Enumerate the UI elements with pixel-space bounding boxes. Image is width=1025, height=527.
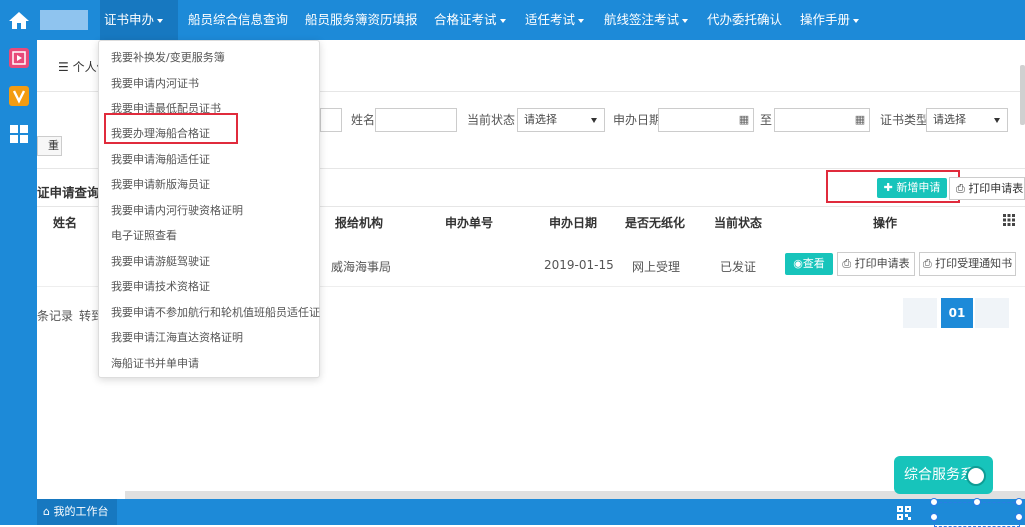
- column-header-agency[interactable]: 报给机构: [335, 214, 383, 231]
- menu-item-e-certificate-view[interactable]: 电子证照查看: [111, 227, 177, 243]
- resize-handle[interactable]: [930, 498, 938, 506]
- qr-code-icon[interactable]: [897, 506, 911, 520]
- resize-handle[interactable]: [1015, 498, 1023, 506]
- printer-icon: ⎙: [842, 257, 852, 270]
- menu-item-river-sea-direct[interactable]: 我要申请江海直达资格证明: [111, 329, 243, 345]
- resize-handle[interactable]: [973, 498, 981, 506]
- left-sidebar: [0, 40, 37, 525]
- menu-item-non-watch-competency[interactable]: 我要申请不参加航行和轮机值班船员适任证: [111, 304, 320, 320]
- top-navigation-bar: 证书申办 船员综合信息查询 船员服务簿资历填报 合格证考试 适任考试 航线签注考…: [0, 0, 1025, 40]
- cert-apply-dropdown-menu: 我要补换发/变更服务簿 我要申请内河证书 我要申请最低配员证书 我要办理海船合格…: [98, 40, 320, 378]
- menu-item-service-book-change[interactable]: 我要补换发/变更服务簿: [111, 49, 225, 65]
- filter-status-select[interactable]: 请选择: [517, 108, 605, 132]
- menu-item-inland-cert[interactable]: 我要申请内河证书: [111, 75, 199, 91]
- print-application-button[interactable]: ⎙ 打印申请表: [949, 177, 1025, 200]
- list-icon: ☰: [58, 60, 69, 74]
- print-notice-button[interactable]: ⎙ 打印受理通知书: [919, 252, 1016, 276]
- filter-cert-type-label: 证书类型: [880, 113, 929, 127]
- filter-date-label: 申办日期: [613, 113, 662, 127]
- nav-service-book[interactable]: 船员服务簿资历填报: [301, 0, 422, 40]
- filter-cert-type-select[interactable]: 请选择: [926, 108, 1008, 132]
- cell-paperless: 网上受理: [632, 260, 681, 274]
- cell-agency: 威海海事局: [331, 260, 392, 274]
- column-settings-icon[interactable]: [1003, 214, 1015, 229]
- filter-name-label: 姓名: [351, 113, 376, 127]
- current-page-button[interactable]: 01: [941, 298, 973, 328]
- records-text: 条记录: [37, 309, 74, 323]
- selection-frame: [930, 498, 1023, 527]
- nav-cert-apply[interactable]: 证书申办: [100, 0, 178, 40]
- chevron-down-icon: [157, 18, 164, 23]
- column-header-name[interactable]: 姓名: [53, 214, 77, 231]
- v-app-icon[interactable]: [9, 86, 29, 106]
- printer-icon: ⎙: [922, 257, 932, 270]
- row-print-application-button[interactable]: ⎙ 打印申请表: [837, 252, 915, 276]
- filter-status-label: 当前状态: [467, 113, 516, 127]
- home-button[interactable]: [0, 0, 38, 40]
- filter-date-to[interactable]: ▦: [774, 108, 870, 132]
- grid-apps-icon[interactable]: [9, 124, 29, 144]
- filter-partial-input[interactable]: [320, 108, 342, 132]
- nav-manual[interactable]: 操作手册: [796, 0, 863, 40]
- nav-qualification-exam[interactable]: 合格证考试: [430, 0, 510, 40]
- filter-date-to-label: 至: [760, 113, 773, 127]
- horizontal-scrollbar[interactable]: [125, 491, 1025, 499]
- home-icon: ⌂: [43, 505, 50, 518]
- reset-button[interactable]: 重置: [37, 136, 62, 156]
- column-header-app-date[interactable]: 申办日期: [549, 214, 597, 231]
- filter-name-input[interactable]: [375, 108, 457, 132]
- nav-competency-exam[interactable]: 适任考试: [521, 0, 588, 40]
- view-button[interactable]: ◉查看: [785, 253, 833, 275]
- column-header-actions: 操作: [873, 216, 898, 230]
- nav-proxy-confirm[interactable]: 代办委托确认: [703, 0, 786, 40]
- menu-item-seafarer-passport[interactable]: 我要申请新版海员证: [111, 176, 210, 192]
- printer-icon: ⎙: [956, 182, 965, 195]
- menu-item-seagoing-combined[interactable]: 海船证书并单申请: [111, 355, 199, 371]
- chevron-down-icon: [499, 18, 506, 23]
- panel-title: 证申请查询: [37, 185, 100, 200]
- next-page-button[interactable]: [975, 298, 1009, 328]
- cell-app-date: 2019-01-15: [544, 258, 614, 272]
- menu-item-seagoing-competency[interactable]: 我要申请海船适任证: [111, 151, 210, 167]
- chevron-down-icon: [682, 18, 689, 23]
- chevron-down-icon: [853, 18, 860, 23]
- resize-handle[interactable]: [1015, 513, 1023, 521]
- highlight-box: [826, 170, 960, 203]
- home-icon: [9, 12, 29, 29]
- nav-crew-info-query[interactable]: 船员综合信息查询: [184, 0, 292, 40]
- cell-status: 已发证: [720, 260, 757, 274]
- filter-date-from[interactable]: ▦: [658, 108, 754, 132]
- menu-item-technical-qualification[interactable]: 我要申请技术资格证: [111, 278, 210, 294]
- my-workbench-button[interactable]: ⌂ 我的工作台: [37, 499, 117, 525]
- chevron-down-icon: [578, 18, 585, 23]
- resize-handle[interactable]: [930, 513, 938, 521]
- column-header-app-number[interactable]: 申办单号: [445, 214, 493, 231]
- bottom-bar: [37, 499, 1025, 525]
- menu-item-inland-driving-qualification[interactable]: 我要申请内河行驶资格证明: [111, 202, 243, 218]
- video-app-icon[interactable]: [9, 48, 29, 68]
- eye-icon: ◉: [793, 257, 803, 270]
- nav-route-endorse-exam[interactable]: 航线签注考试: [600, 0, 692, 40]
- right-edge-handle[interactable]: [1020, 65, 1025, 125]
- calendar-icon[interactable]: ▦: [735, 109, 753, 131]
- column-header-status[interactable]: 当前状态: [714, 214, 762, 231]
- prev-page-button[interactable]: [903, 298, 937, 328]
- calendar-icon[interactable]: ▦: [851, 109, 869, 131]
- column-header-paperless[interactable]: 是否无纸化: [625, 214, 685, 231]
- highlight-box: [104, 113, 238, 144]
- service-badge-icon[interactable]: [966, 466, 986, 486]
- menu-item-yacht-license[interactable]: 我要申请游艇驾驶证: [111, 253, 210, 269]
- app-logo: [40, 10, 88, 30]
